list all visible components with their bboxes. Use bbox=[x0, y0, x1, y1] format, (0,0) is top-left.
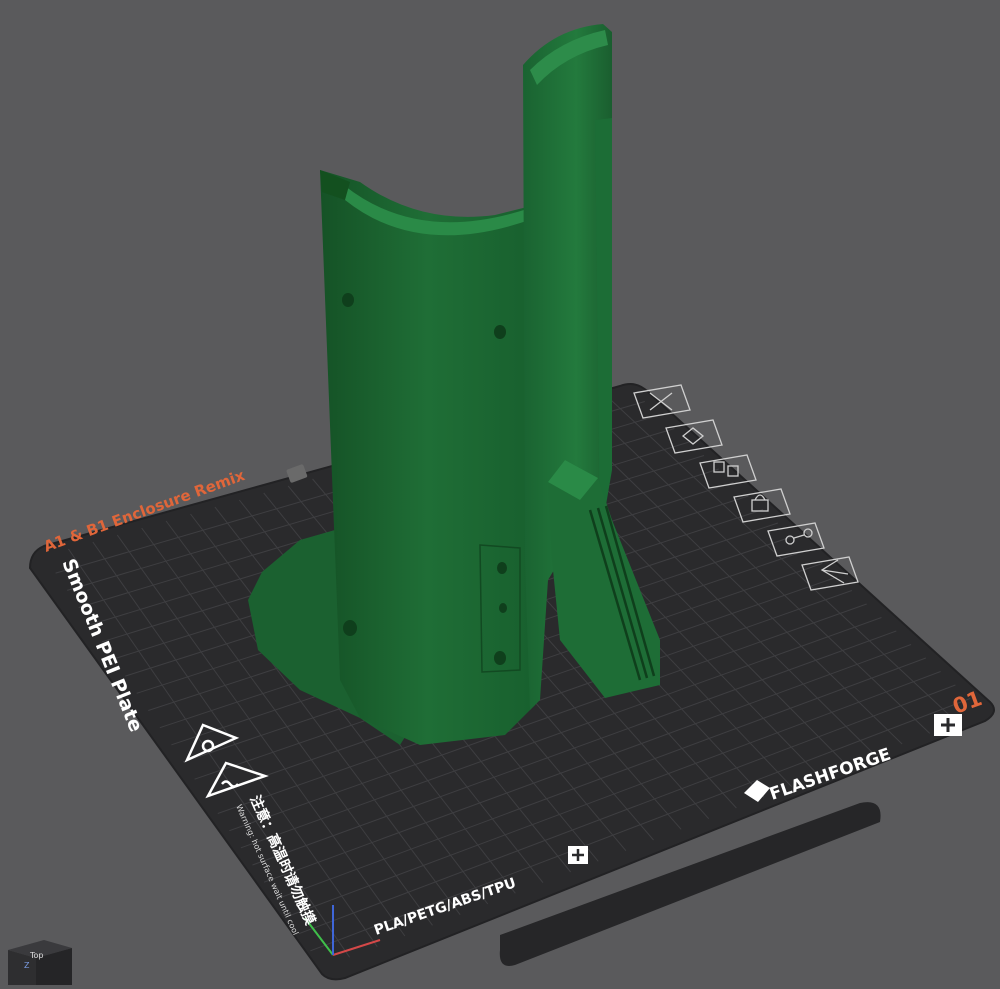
view-cube[interactable]: Top Z bbox=[2, 936, 74, 985]
view-cube-axis-label: Z bbox=[24, 961, 30, 970]
model-part-right[interactable] bbox=[523, 24, 660, 710]
plate-corner-mark-icon bbox=[568, 846, 588, 864]
model-part-left[interactable] bbox=[248, 170, 535, 745]
3d-viewport[interactable]: A1 & B1 Enclosure Remix Smooth PEI Plate… bbox=[0, 0, 1000, 985]
plate-corner-mark-icon bbox=[934, 714, 962, 736]
view-cube-face-label: Top bbox=[29, 951, 44, 960]
